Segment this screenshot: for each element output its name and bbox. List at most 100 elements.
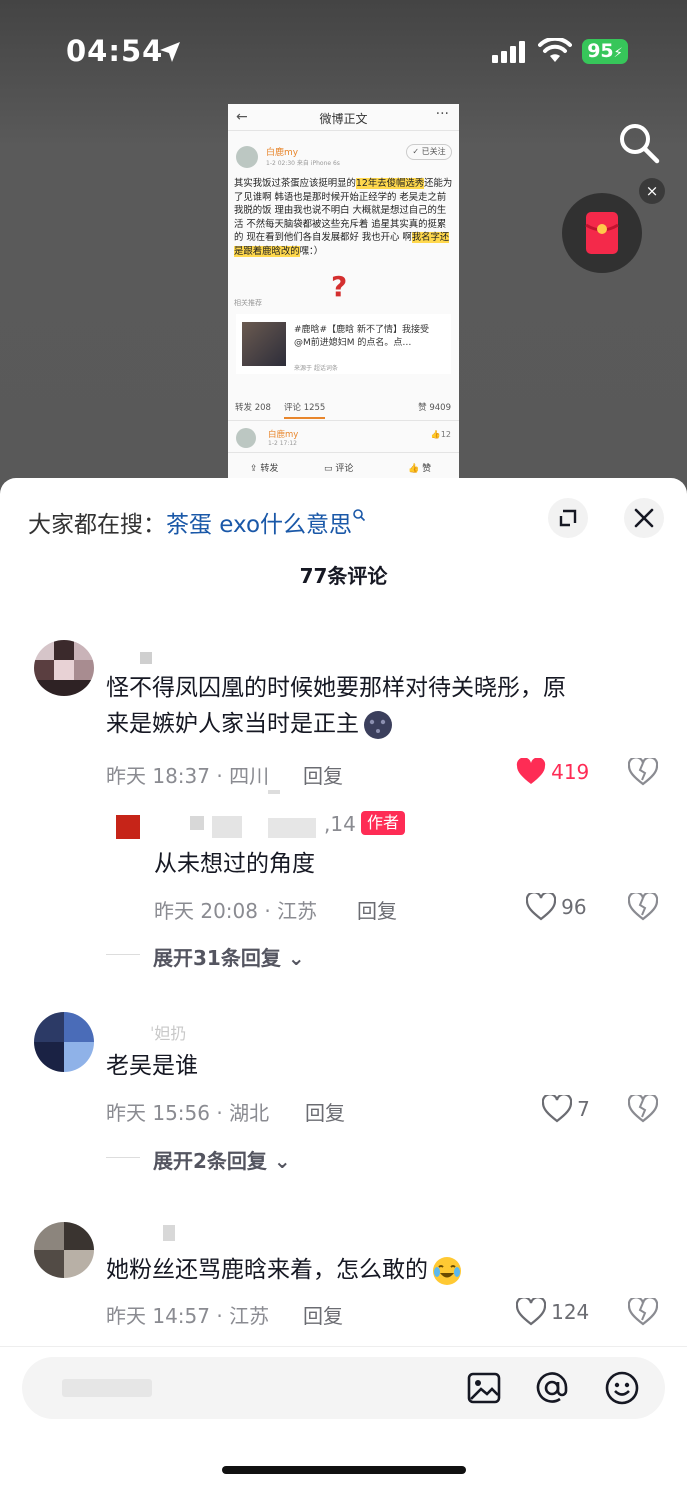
like-button[interactable]: 7 — [541, 1093, 590, 1123]
comment-avatar[interactable] — [34, 1222, 94, 1278]
search-small-icon — [353, 509, 366, 522]
battery-level: 95 — [587, 40, 614, 62]
weibo-comment-name: 白鹿my — [268, 430, 299, 440]
like-button[interactable]: 124 — [515, 1296, 590, 1326]
emoji-icon[interactable] — [604, 1370, 640, 1406]
like-count: 419 — [551, 760, 590, 784]
blur-mark — [268, 790, 280, 794]
weibo-post-meta: 1-2 02:30 来自 iPhone 6s — [266, 160, 340, 167]
reply-button[interactable]: 回复 — [303, 1300, 343, 1329]
comment-text-line2-content: 来是嫉妒人家当时是正主 — [106, 711, 359, 737]
comment-input[interactable] — [22, 1357, 665, 1419]
comment-meta: 昨天 15:56 · 湖北 — [106, 1101, 270, 1125]
like-count: 124 — [551, 1300, 590, 1324]
username-fragment: ˈ妲扔 — [150, 1024, 187, 1043]
like-count: 96 — [561, 895, 587, 919]
weibo-body-1: 其实我饭过茶蛋应该挺明显的 — [234, 178, 356, 189]
weibo-avatar — [236, 146, 258, 168]
weibo-bar-comment: ▭ 评论 — [324, 464, 354, 474]
weibo-comment-like: 👍12 — [430, 430, 451, 439]
expand-replies-label: 展开31条回复 — [153, 946, 281, 970]
reply-avatar[interactable] — [116, 815, 140, 839]
at-mention-icon[interactable] — [534, 1370, 570, 1406]
red-packet-button[interactable] — [562, 193, 642, 273]
weibo-bar-like-label: 赞 — [422, 464, 432, 474]
comment-avatar[interactable] — [34, 1012, 94, 1072]
moon-face-emoji-icon — [364, 710, 392, 739]
location-arrow-icon — [160, 42, 180, 62]
expand-divider — [106, 954, 140, 955]
weibo-username: 白鹿my — [266, 148, 299, 158]
weibo-related-meta: 来源于 超话词条 — [294, 365, 338, 372]
reply-username-tail: ,14 — [324, 812, 356, 836]
more-icon: ··· — [435, 106, 449, 122]
comment-meta: 昨天 14:57 · 江苏 — [106, 1304, 270, 1328]
weibo-stats-row: 转发 208 评论 1255 赞 9409 — [228, 394, 459, 421]
comment-text: 怪不得凤囚凰的时候她要那样对待关晓彤，原 来是嫉妒人家当时是正主 — [106, 670, 566, 742]
wifi-icon — [538, 38, 572, 62]
weibo-related-text: #鹿晗#【鹿晗 新不了情】我接受@M前进媳妇M 的点名。点… — [294, 325, 429, 348]
home-indicator[interactable] — [222, 1466, 466, 1474]
expand-replies-button[interactable]: 展开31条回复 ⌄ — [153, 942, 305, 971]
weibo-bar-comment-label: 评论 — [335, 464, 354, 474]
weibo-title: 微博正文 — [319, 112, 368, 126]
reply-button[interactable]: 回复 — [357, 895, 397, 924]
search-icon[interactable] — [618, 122, 660, 164]
weibo-related-card: #鹿晗#【鹿晗 新不了情】我接受@M前进媳妇M 的点名。点… 来源于 超话词条 — [236, 314, 451, 374]
expand-sheet-button[interactable] — [548, 498, 588, 538]
comment-text: 老吴是谁 — [106, 1053, 198, 1079]
dislike-heart-icon[interactable] — [628, 1095, 658, 1123]
weibo-comment-tab: 评论 1255 — [284, 401, 326, 419]
reply-text: 从未想过的角度 — [154, 851, 315, 877]
cellular-signal-icon — [492, 41, 525, 63]
comment-text-line1: 怪不得凤囚凰的时候她要那样对待关晓彤，原 — [106, 675, 566, 701]
weibo-follow-badge: ✓ 已关注 — [406, 144, 452, 160]
heart-outline-icon — [525, 891, 557, 921]
weibo-repost-count: 转发 208 — [235, 403, 271, 413]
crying-laughing-emoji-icon — [433, 1256, 461, 1285]
status-time: 04:54 — [66, 34, 164, 68]
weibo-bar-like: 👍 赞 — [408, 464, 432, 474]
reply-button[interactable]: 回复 — [305, 1097, 345, 1126]
weibo-comment-like-count: 12 — [440, 430, 451, 439]
comment-sheet — [0, 478, 687, 1490]
reply-username-blur — [268, 818, 316, 838]
comment-text-line2: 来是嫉妒人家当时是正主 — [106, 706, 566, 742]
expand-replies-button[interactable]: 展开2条回复 ⌄ — [153, 1145, 291, 1174]
like-button[interactable]: 419 — [516, 757, 590, 786]
chevron-down-icon: ⌄ — [273, 1149, 291, 1173]
weibo-related-label: 相关推荐 — [234, 299, 262, 307]
hot-search-keyword[interactable]: 茶蛋 exo什么意思 — [166, 512, 352, 538]
hot-search-bar[interactable]: 大家都在搜：茶蛋 exo什么意思 — [28, 505, 366, 539]
red-packet-icon — [585, 212, 619, 254]
expand-icon — [559, 509, 577, 527]
dislike-heart-icon[interactable] — [628, 758, 658, 786]
dislike-heart-icon[interactable] — [628, 893, 658, 921]
close-floating-icon[interactable]: × — [639, 178, 665, 204]
like-count: 7 — [577, 1097, 590, 1121]
weibo-related-thumbnail — [242, 322, 286, 366]
reply-button[interactable]: 回复 — [303, 760, 343, 789]
heart-filled-icon — [516, 757, 546, 784]
author-badge: 作者 — [361, 811, 406, 835]
weibo-post-body: 其实我饭过茶蛋应该挺明显的12年去俊帽选秀还能为了见谁啊 韩语也是那时候开始正经… — [234, 177, 454, 258]
weibo-body-3: 嘿：） — [299, 245, 324, 257]
reply-meta: 昨天 20:08 · 江苏 — [154, 899, 318, 923]
close-sheet-button[interactable] — [624, 498, 664, 538]
expand-divider — [106, 1157, 140, 1158]
weibo-comment-avatar — [236, 428, 256, 448]
weibo-action-bar: ⇪ 转发 ▭ 评论 👍 赞 — [228, 452, 459, 480]
weibo-bar-repost: ⇪ 转发 — [250, 464, 279, 474]
dislike-heart-icon[interactable] — [628, 1298, 658, 1326]
weibo-header: ← 微博正文 ··· — [228, 104, 459, 131]
comment-meta: 昨天 18:37 · 四川 — [106, 764, 270, 788]
heart-outline-icon — [541, 1093, 573, 1123]
close-icon — [634, 508, 654, 528]
comment-text-content: 她粉丝还骂鹿晗来着，怎么敢的 — [106, 1257, 428, 1283]
image-icon[interactable] — [466, 1370, 502, 1406]
username-blur — [163, 1225, 175, 1241]
comment-avatar[interactable] — [34, 640, 94, 696]
heart-outline-icon — [515, 1296, 547, 1326]
like-button[interactable]: 96 — [525, 891, 587, 921]
input-divider — [0, 1346, 687, 1347]
